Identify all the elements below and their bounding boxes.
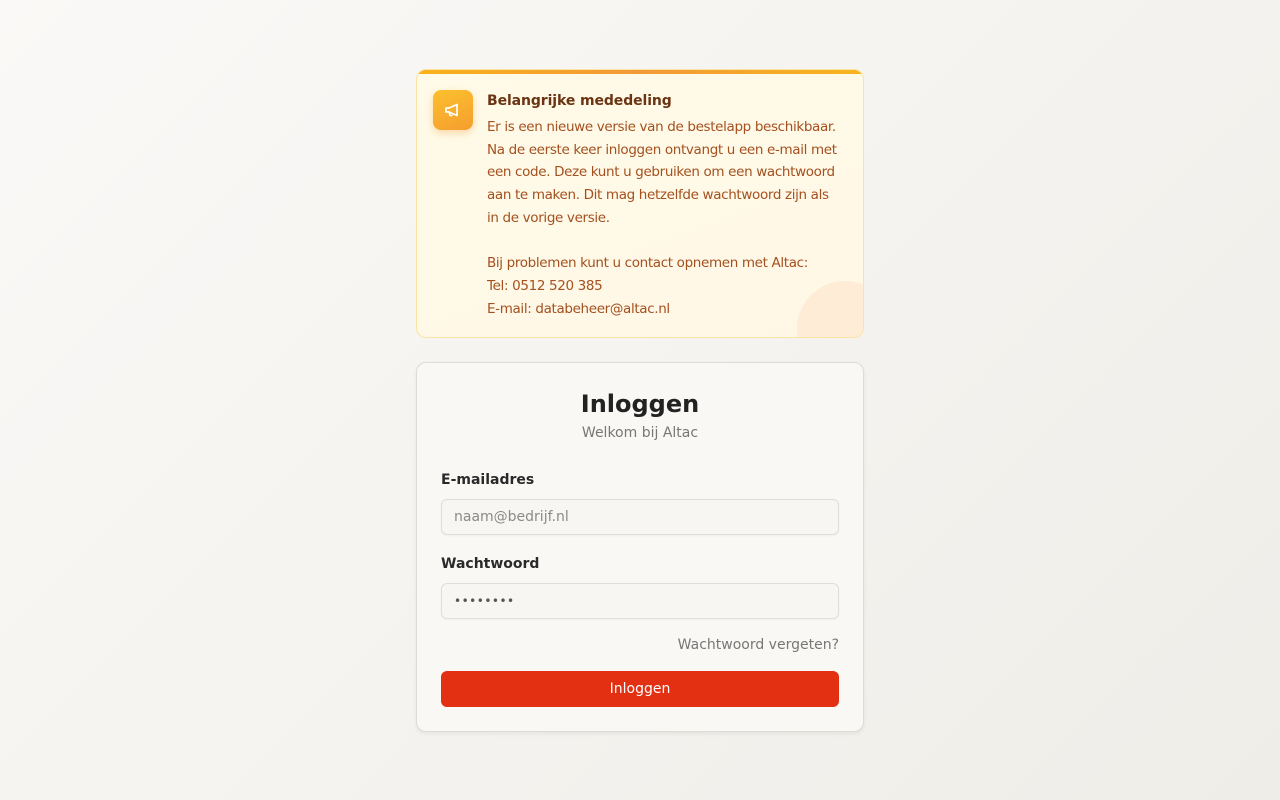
announcement-line: een code. Deze kunt u gebruiken om een w…	[487, 164, 835, 181]
email-label: E-mailadres	[441, 472, 535, 488]
announcement-line: aan te maken. Dit mag hetzelfde wachtwoo…	[487, 187, 829, 204]
announcement-banner: Belangrijke mededeling Er is een nieuwe …	[416, 69, 864, 338]
email-field[interactable]	[441, 499, 839, 535]
contact-email: E-mail: databeheer@altac.nl	[487, 300, 670, 317]
announcement-title: Belangrijke mededeling	[487, 93, 672, 109]
announcement-line: Er is een nieuwe versie van de bestelapp…	[487, 119, 836, 135]
contact-phone: Tel: 0512 520 385	[487, 277, 603, 294]
announcement-line: Bij problemen kunt u contact opnemen met…	[487, 255, 808, 272]
announcement-paragraph: Er is een nieuwe versie van de bestelapp…	[487, 116, 849, 230]
password-label: Wachtwoord	[441, 556, 540, 572]
announcement-line: Na de eerste keer inloggen ontvangt u ee…	[487, 141, 837, 158]
megaphone-icon	[433, 90, 473, 130]
password-field[interactable]	[441, 583, 839, 619]
announcement-accent-bar	[417, 70, 863, 74]
announcement-text: Er is een nieuwe versie van de bestelapp…	[487, 116, 849, 320]
announcement-content: Belangrijke mededeling Er is een nieuwe …	[487, 90, 849, 320]
announcement-contact: Bij problemen kunt u contact opnemen met…	[487, 252, 849, 320]
login-card: Inloggen Welkom bij Altac E-mailadres Wa…	[416, 362, 864, 732]
forgot-password-link[interactable]: Wachtwoord vergeten?	[678, 635, 839, 655]
login-button[interactable]: Inloggen	[441, 671, 839, 707]
login-title: Inloggen	[580, 390, 700, 418]
announcement-line: in de vorige versie.	[487, 209, 610, 226]
login-subtitle: Welkom bij Altac	[581, 425, 699, 441]
